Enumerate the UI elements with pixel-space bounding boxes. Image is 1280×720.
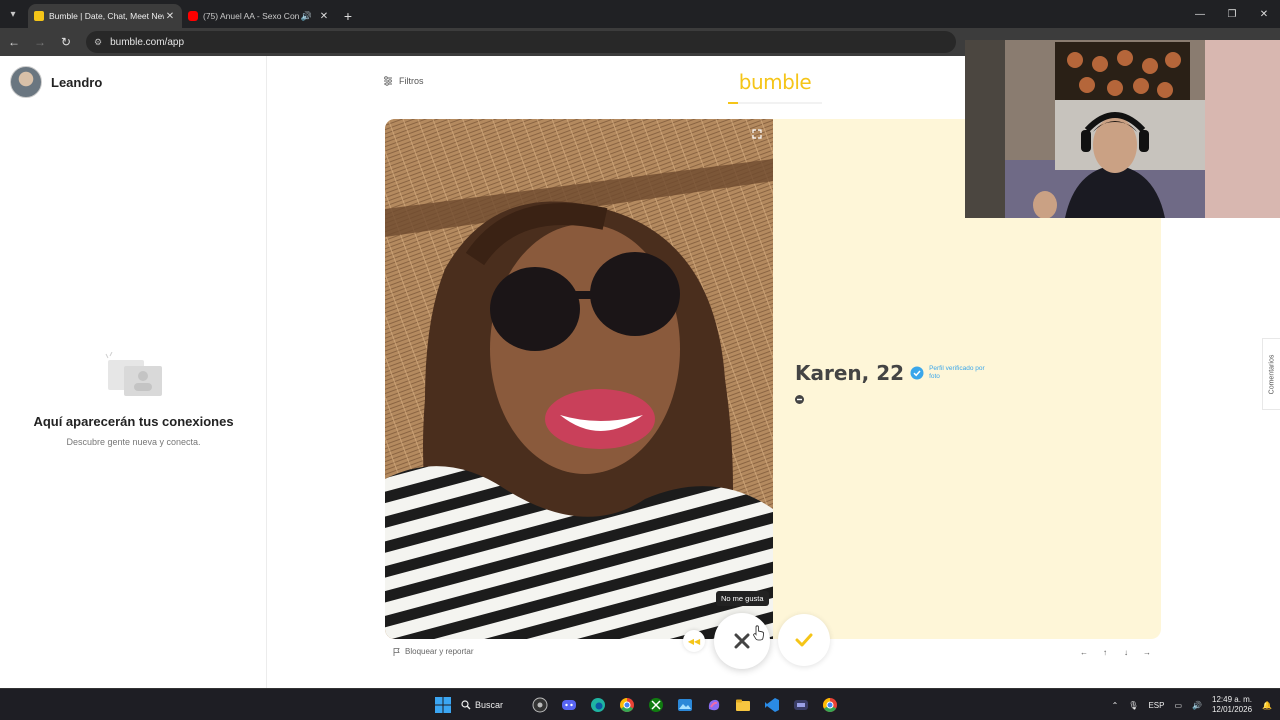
arrow-up-icon: ↑ <box>1103 647 1107 657</box>
xbox-icon[interactable] <box>645 694 667 716</box>
arrow-right-icon: → <box>1143 647 1151 657</box>
site-info-icon[interactable]: ⚙ <box>94 37 102 48</box>
edge-icon[interactable] <box>587 694 609 716</box>
webcam-overlay <box>965 40 1280 218</box>
minimize-icon[interactable]: — <box>1184 0 1216 28</box>
user-profile[interactable]: Leandro <box>10 66 102 98</box>
empty-state-subtitle: Descubre gente nueva y conecta. <box>66 437 201 447</box>
connections-sidebar: Leandro Aquí aparecerán tus conexiones D… <box>0 56 267 688</box>
photos-icon[interactable] <box>674 694 696 716</box>
close-icon[interactable]: ✕ <box>164 11 176 22</box>
clock[interactable]: 12:49 a. m. 12/01/2026 <box>1212 695 1252 715</box>
url-text: bumble.com/app <box>110 36 185 48</box>
check-icon <box>795 633 813 647</box>
taskbar-search[interactable]: Buscar <box>461 694 519 716</box>
chrome-active-icon[interactable] <box>819 694 841 716</box>
verified-badge-icon <box>910 366 924 380</box>
bumble-logo[interactable]: bumble <box>727 70 823 94</box>
window-controls: — ❐ ✕ <box>1184 0 1280 28</box>
obs-icon[interactable] <box>529 694 551 716</box>
arrow-down-icon: ↓ <box>1124 647 1128 657</box>
vscode-icon[interactable] <box>761 694 783 716</box>
empty-connections-illustration-icon <box>105 352 162 396</box>
pass-button[interactable] <box>714 613 770 669</box>
feedback-label: Comentarios <box>1268 354 1275 394</box>
search-label: Buscar <box>475 700 504 710</box>
profile-photo-image <box>385 119 773 639</box>
network-icon[interactable]: ▭ <box>1174 701 1182 710</box>
speaker-icon[interactable]: 🔊 <box>301 11 312 22</box>
app-icon[interactable] <box>790 694 812 716</box>
notifications-icon[interactable]: 🔔 <box>1262 701 1272 710</box>
webcam-video-image <box>965 40 1280 218</box>
tab-bumble[interactable]: Bumble | Date, Chat, Meet New ✕ <box>28 4 182 28</box>
url-input[interactable]: ⚙ bumble.com/app <box>86 31 956 53</box>
back-icon[interactable]: ← <box>2 30 26 54</box>
language-indicator[interactable]: ESP <box>1148 701 1164 710</box>
hand-cursor-icon <box>753 625 765 641</box>
discord-icon[interactable] <box>558 694 580 716</box>
arrow-left-icon: ← <box>1080 647 1088 657</box>
windows-start-icon[interactable] <box>432 694 454 716</box>
tab-youtube[interactable]: (75) Anuel AA - Sexo Con C 🔊 ✕ <box>182 4 336 28</box>
rewind-icon: ◀◀ <box>687 636 701 646</box>
block-report-link[interactable]: Bloquear y reportar <box>393 647 473 656</box>
tab-title: (75) Anuel AA - Sexo Con C <box>203 11 301 21</box>
logo-underline <box>728 102 822 104</box>
quote-icon <box>795 395 804 404</box>
profile-info: Karen, 22 Perfil verificado por foto <box>795 361 989 409</box>
windows-taskbar: Buscar ⌃ 🎙 ESP ▭ 🔊 12:49 a. m. 12/01/202… <box>0 688 1280 720</box>
profile-photo[interactable] <box>385 119 773 639</box>
verified-text: Perfil verificado por foto <box>929 365 985 380</box>
volume-icon[interactable]: 🔊 <box>1192 701 1202 710</box>
date: 12/01/2026 <box>1211 705 1253 714</box>
tab-title: Bumble | Date, Chat, Meet New <box>49 11 164 21</box>
system-tray: ⌃ 🎙 ESP ▭ 🔊 12:49 a. m. 12/01/2026 🔔 <box>1102 689 1272 720</box>
search-icon <box>461 700 471 710</box>
profile-name-age: Karen, 22 <box>795 361 905 385</box>
new-tab-button[interactable]: + <box>336 4 360 28</box>
report-label: Bloquear y reportar <box>405 647 474 656</box>
feedback-side-tab[interactable]: Comentarios <box>1262 338 1280 410</box>
chrome-icon[interactable] <box>616 694 638 716</box>
file-explorer-icon[interactable] <box>732 694 754 716</box>
filters-button[interactable]: Filtros <box>383 76 424 86</box>
close-window-icon[interactable]: ✕ <box>1248 0 1280 28</box>
restore-icon[interactable]: ❐ <box>1216 0 1248 28</box>
microphone-icon[interactable]: 🎙 <box>1128 701 1138 710</box>
close-icon <box>734 633 750 649</box>
close-icon[interactable]: ✕ <box>318 11 330 22</box>
filters-label: Filtros <box>399 76 424 86</box>
user-name: Leandro <box>51 74 103 90</box>
expand-icon[interactable] <box>751 128 763 140</box>
pass-tooltip: No me gusta <box>716 591 769 606</box>
rewind-button[interactable]: ◀◀ <box>683 630 705 652</box>
reload-icon[interactable]: ↻ <box>54 30 78 54</box>
youtube-favicon-icon <box>188 11 198 21</box>
time: 12:49 a. m. <box>1212 695 1253 704</box>
bumble-favicon-icon <box>34 11 44 21</box>
copilot-icon[interactable] <box>703 694 725 716</box>
flag-icon <box>393 647 400 656</box>
empty-state-title: Aquí aparecerán tus conexiones <box>33 414 234 429</box>
forward-icon[interactable]: → <box>28 30 52 54</box>
like-button[interactable] <box>778 614 830 666</box>
browser-tab-bar: ▾ Bumble | Date, Chat, Meet New ✕ (75) A… <box>0 0 1280 28</box>
chevron-up-icon[interactable]: ⌃ <box>1112 701 1119 710</box>
sliders-icon <box>384 76 392 86</box>
avatar[interactable] <box>10 66 42 98</box>
tab-search-button[interactable]: ▾ <box>0 0 26 28</box>
